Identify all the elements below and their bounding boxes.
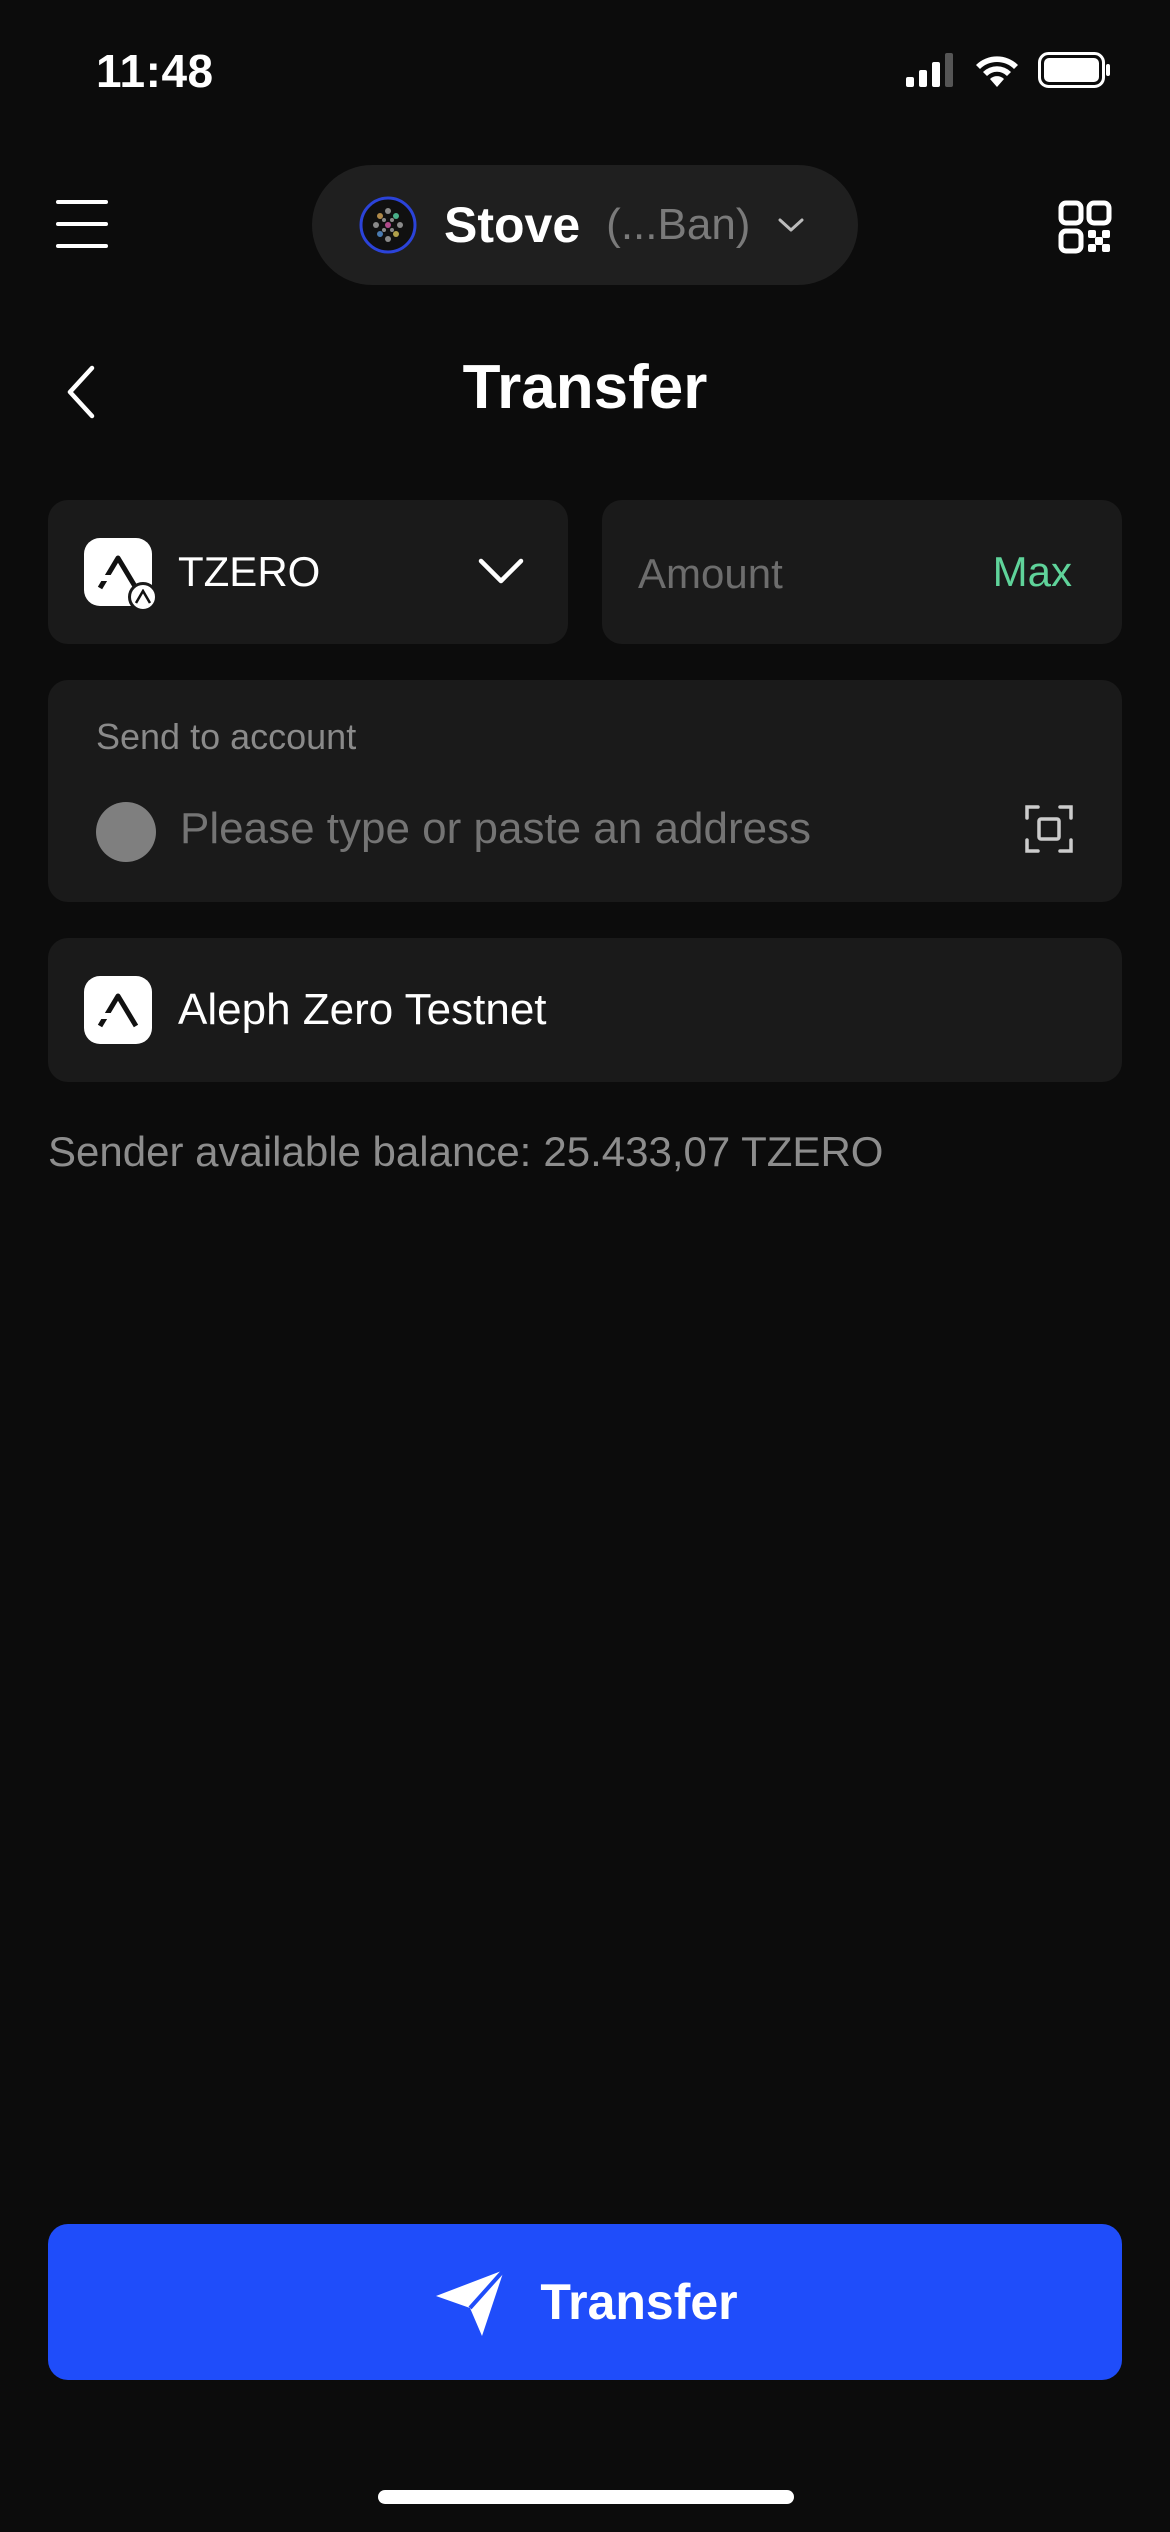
token-selector[interactable]: TZERO [48, 500, 568, 644]
chevron-down-icon [778, 218, 804, 232]
wifi-icon [976, 56, 1018, 87]
balance-value: 25.433,07 TZERO [543, 1128, 884, 1175]
aleph-zero-logo-icon [84, 538, 158, 612]
aleph-zero-logo-icon [84, 976, 152, 1044]
network-badge-icon [128, 582, 158, 612]
account-name: Stove [444, 197, 581, 253]
send-to-account-card: Send to account [48, 680, 1122, 902]
qr-code-icon[interactable] [1058, 200, 1112, 254]
send-to-label: Send to account [96, 716, 357, 757]
home-indicator [378, 2490, 794, 2504]
transfer-label: Transfer [540, 2274, 738, 2330]
page-title: Transfer [462, 353, 708, 422]
account-selector[interactable]: Stove (...Ban) [312, 165, 858, 285]
token-symbol: TZERO [178, 548, 321, 595]
chevron-down-icon [478, 558, 524, 584]
status-icons [906, 52, 1112, 88]
menu-icon [56, 200, 108, 204]
account-avatar-icon [359, 196, 417, 254]
address-avatar [96, 802, 156, 862]
address-input[interactable] [180, 804, 960, 854]
signal-icon [906, 53, 953, 87]
send-icon [436, 2268, 506, 2336]
menu-button[interactable] [52, 196, 112, 252]
balance-label: Sender available balance: [48, 1128, 532, 1175]
scan-icon[interactable] [1024, 804, 1074, 854]
status-time: 11:48 [96, 45, 214, 97]
battery-icon [1038, 52, 1110, 88]
transfer-button[interactable]: Transfer [48, 2224, 1122, 2380]
max-button[interactable]: Max [993, 548, 1072, 596]
amount-input[interactable] [638, 550, 938, 598]
sender-balance: Sender available balance: 25.433,07 TZERO [48, 1128, 883, 1176]
account-address: (...Ban) [606, 200, 751, 249]
amount-field: Max [602, 500, 1122, 644]
network-name: Aleph Zero Testnet [178, 985, 547, 1034]
network-selector[interactable]: Aleph Zero Testnet [48, 938, 1122, 1082]
